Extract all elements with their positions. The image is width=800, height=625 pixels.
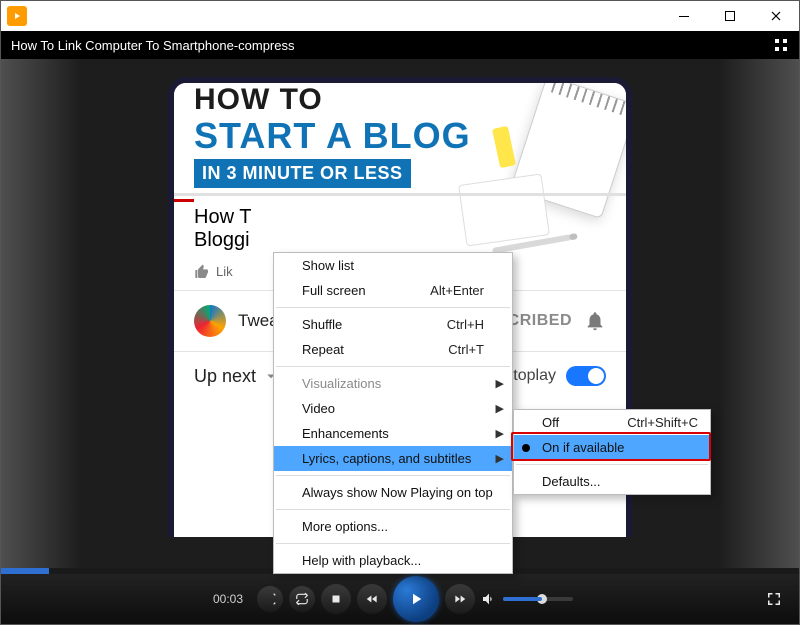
context-submenu: OffCtrl+Shift+COn if available Defaults..… (513, 409, 711, 495)
media-title: How To Link Computer To Smartphone-compr… (11, 38, 294, 53)
subctx-item-defaults[interactable]: Defaults... (514, 469, 710, 494)
ctx-item-enhancements[interactable]: Enhancements▶ (274, 421, 512, 446)
next-button[interactable] (445, 584, 475, 614)
video-area[interactable]: HOW TO START A BLOG IN 3 MINUTE OR LESS … (1, 59, 799, 568)
context-menu: Show listFull screenAlt+Enter ShuffleCtrl… (273, 252, 513, 574)
chevron-right-icon: ▶ (496, 402, 504, 415)
fullscreen-icon[interactable] (765, 590, 783, 608)
autoplay-toggle[interactable] (566, 366, 606, 386)
ctx-item-help-with-playback[interactable]: Help with playback... (274, 548, 512, 573)
ctx-item-repeat[interactable]: RepeatCtrl+T (274, 337, 512, 362)
prev-button[interactable] (357, 584, 387, 614)
volume-icon (481, 591, 497, 607)
player-controls: 00:03 (1, 574, 799, 624)
volume-control[interactable] (481, 591, 573, 607)
media-title-bar: How To Link Computer To Smartphone-compr… (1, 31, 799, 59)
subctx-item-on-if-available[interactable]: On if available (514, 435, 710, 460)
view-mode-icon[interactable] (773, 37, 789, 53)
shuffle-button[interactable] (257, 586, 283, 612)
subctx-item-off[interactable]: OffCtrl+Shift+C (514, 410, 710, 435)
elapsed-time: 00:03 (213, 592, 243, 606)
window-maximize-button[interactable] (707, 1, 753, 31)
thumbs-up-icon (194, 264, 210, 280)
chevron-right-icon: ▶ (496, 377, 504, 390)
ctx-item-show-list[interactable]: Show list (274, 253, 512, 278)
bell-icon[interactable] (584, 310, 606, 332)
ctx-item-always-show-now-playing-on-top[interactable]: Always show Now Playing on top (274, 480, 512, 505)
chevron-right-icon: ▶ (496, 452, 504, 465)
stop-button[interactable] (321, 584, 351, 614)
channel-avatar[interactable] (194, 305, 226, 337)
play-button[interactable] (393, 576, 439, 622)
clip-graphic (492, 126, 516, 168)
repeat-button[interactable] (289, 586, 315, 612)
media-player-window: How To Link Computer To Smartphone-compr… (0, 0, 800, 625)
like-stat[interactable]: Lik (194, 264, 233, 280)
upnext-label: Up next (194, 366, 256, 387)
ctx-item-shuffle[interactable]: ShuffleCtrl+H (274, 312, 512, 337)
volume-slider[interactable] (503, 597, 573, 601)
ctx-item-video[interactable]: Video▶ (274, 396, 512, 421)
window-titlebar (1, 1, 799, 31)
chevron-right-icon: ▶ (496, 427, 504, 440)
banner-ribbon: IN 3 MINUTE OR LESS (194, 159, 411, 188)
note-graphic (458, 173, 550, 246)
radio-dot-icon (522, 444, 530, 452)
window-minimize-button[interactable] (661, 1, 707, 31)
ctx-item-more-options[interactable]: More options... (274, 514, 512, 539)
banner: HOW TO START A BLOG IN 3 MINUTE OR LESS (174, 83, 626, 196)
ctx-item-lyrics-captions-and-subtitles[interactable]: Lyrics, captions, and subtitles▶ (274, 446, 512, 471)
ctx-item-visualizations[interactable]: Visualizations▶ (274, 371, 512, 396)
app-icon (7, 6, 27, 26)
window-close-button[interactable] (753, 1, 799, 31)
ctx-item-full-screen[interactable]: Full screenAlt+Enter (274, 278, 512, 303)
